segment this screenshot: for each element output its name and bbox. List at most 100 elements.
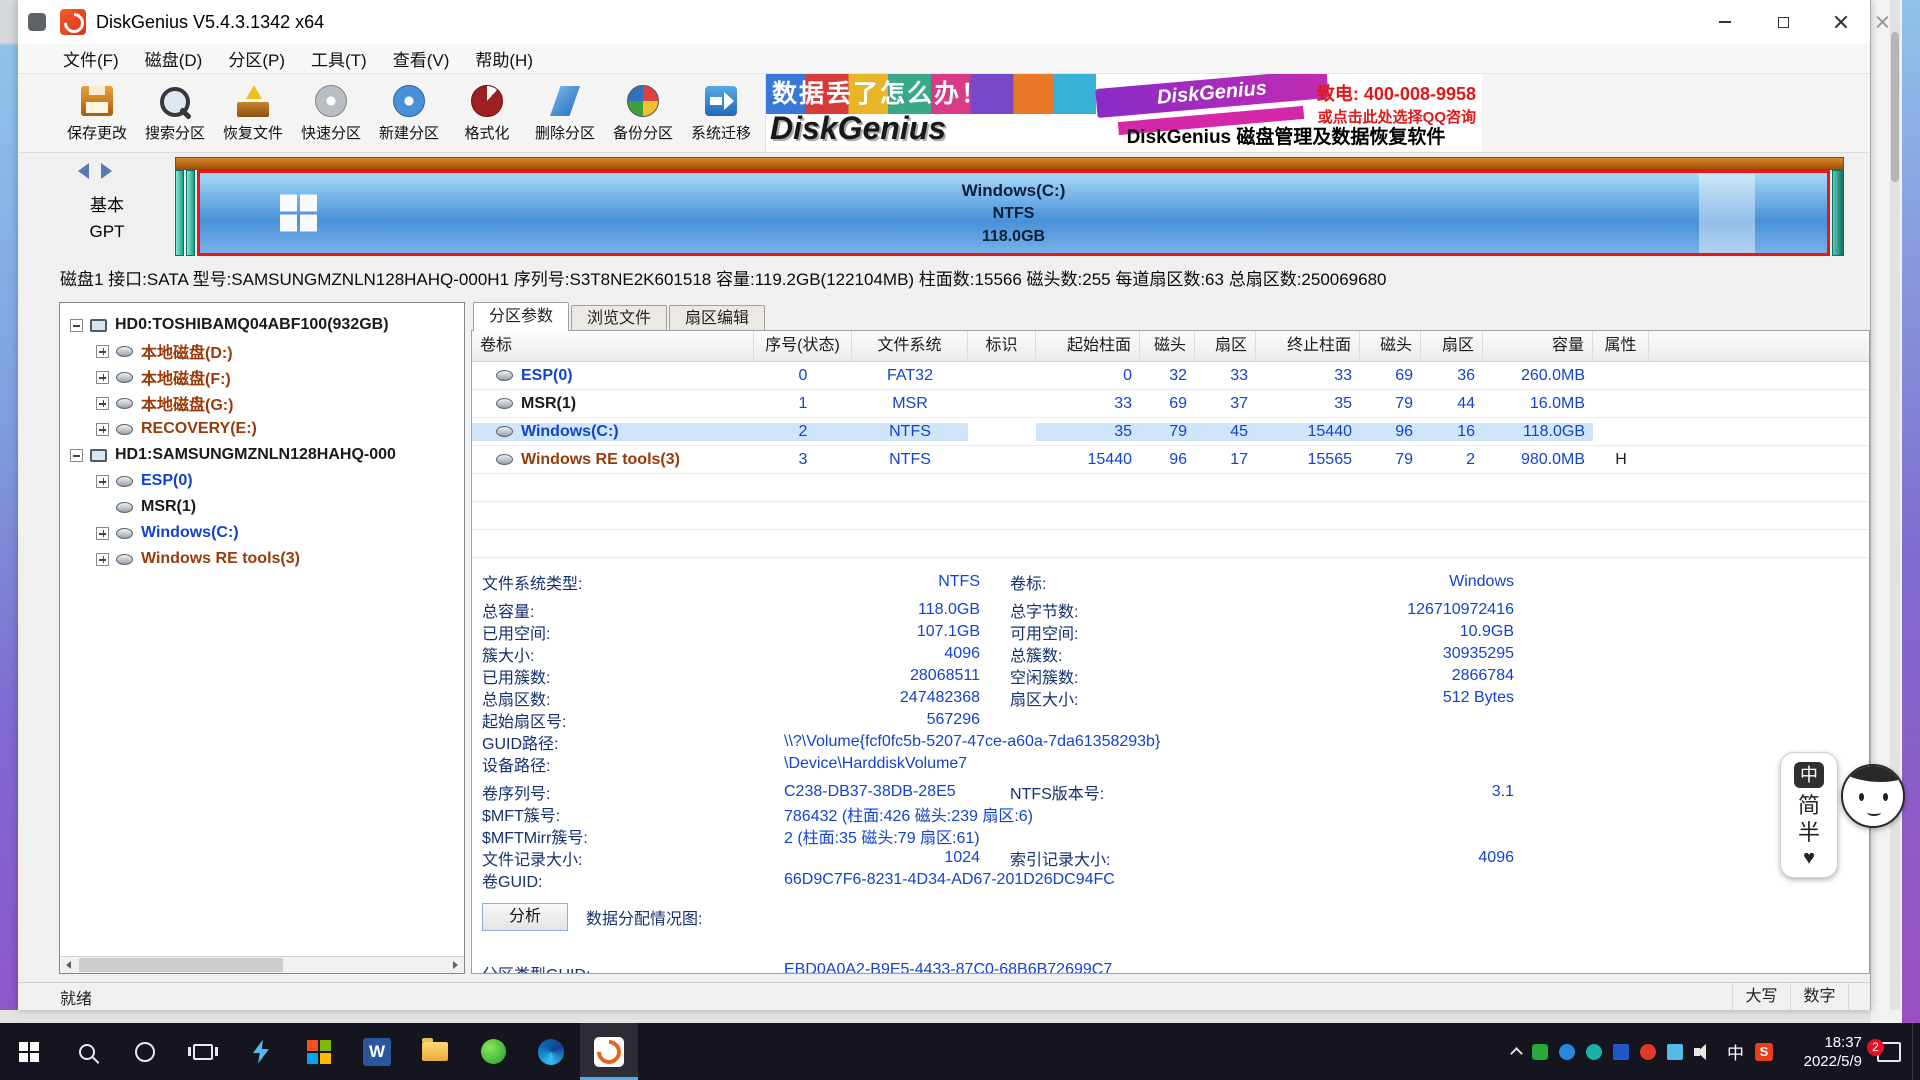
search-partition-button[interactable]: 搜索分区 — [136, 74, 214, 152]
menu-tools[interactable]: 工具(T) — [298, 44, 380, 73]
delete-partition-button[interactable]: 删除分区 — [526, 74, 604, 152]
ad-banner[interactable]: 数据丢了怎么办！ DiskGenius DiskGenius 致电: 400-0… — [765, 74, 1482, 152]
taskbar-app-store[interactable] — [290, 1023, 348, 1080]
recover-files-button[interactable]: 恢复文件 — [214, 74, 292, 152]
new-partition-button[interactable]: 新建分区 — [370, 74, 448, 152]
taskbar-clock[interactable]: 18:37 2022/5/9 — [1784, 1033, 1862, 1071]
volume-icon[interactable] — [1694, 1044, 1716, 1060]
notification-center-icon[interactable]: 2 — [1877, 1042, 1901, 1062]
tree-item-recovery-e[interactable]: RECOVERY(E:) — [60, 416, 464, 442]
scrollbar-track[interactable] — [77, 957, 447, 973]
tray-icon-4[interactable] — [1613, 1044, 1629, 1060]
taskbar-app-explorer[interactable] — [406, 1023, 464, 1080]
col-head2[interactable]: 磁头 — [1360, 331, 1421, 361]
menu-view[interactable]: 查看(V) — [380, 44, 463, 73]
system-migrate-button[interactable]: 系统迁移 — [682, 74, 760, 152]
tree-item-hd1[interactable]: HD1:SAMSUNGMZNLN128HAHQ-000 — [60, 442, 464, 468]
tray-icon-6[interactable] — [1667, 1044, 1683, 1060]
tree-item-local-f[interactable]: 本地磁盘(F:) — [60, 364, 464, 390]
backup-partition-button[interactable]: 备份分区 — [604, 74, 682, 152]
format-button[interactable]: 格式化 — [448, 74, 526, 152]
task-view-button[interactable] — [174, 1023, 232, 1080]
close-button[interactable] — [1812, 0, 1870, 44]
menu-disk[interactable]: 磁盘(D) — [132, 44, 216, 73]
start-button[interactable] — [0, 1023, 58, 1080]
show-desktop-button[interactable] — [1912, 1023, 1918, 1080]
collapse-icon[interactable] — [70, 449, 83, 462]
scroll-left-icon[interactable] — [60, 957, 77, 973]
disk-header-strip[interactable] — [175, 157, 1844, 170]
save-changes-button[interactable]: 保存更改 — [58, 74, 136, 152]
expand-icon[interactable] — [96, 371, 109, 384]
ime-mode-simplified[interactable]: 简 — [1781, 792, 1837, 819]
table-row-esp[interactable]: ESP(0) 0 FAT32 0 32 33 33 69 36 260.0MB — [472, 362, 1869, 390]
tab-partition-params[interactable]: 分区参数 — [473, 302, 569, 331]
col-head1[interactable]: 磁头 — [1140, 331, 1195, 361]
expand-icon[interactable] — [96, 345, 109, 358]
menu-partition[interactable]: 分区(P) — [215, 44, 298, 73]
tab-sector-edit[interactable]: 扇区编辑 — [669, 305, 765, 331]
ime-mascot-face[interactable] — [1841, 764, 1905, 828]
tree-item-windows-c[interactable]: Windows(C:) — [60, 520, 464, 546]
analyze-button[interactable]: 分析 — [482, 903, 568, 931]
ime-mode-chinese[interactable]: 中 — [1794, 762, 1824, 788]
sogou-icon[interactable] — [1755, 1043, 1773, 1061]
col-end-cyl[interactable]: 终止柱面 — [1256, 331, 1360, 361]
ime-floating-widget[interactable]: 中 简 半 ♥ — [1780, 752, 1905, 878]
cortana-button[interactable] — [116, 1023, 174, 1080]
col-start-cyl[interactable]: 起始柱面 — [1036, 331, 1140, 361]
tray-icon-1[interactable] — [1532, 1044, 1548, 1060]
tree-item-msr[interactable]: MSR(1) — [60, 494, 464, 520]
heart-icon[interactable]: ♥ — [1781, 846, 1837, 870]
table-row-windows-re[interactable]: Windows RE tools(3) 3 NTFS 15440 96 17 1… — [472, 446, 1869, 474]
taskbar-app-word[interactable] — [348, 1023, 406, 1080]
partition-re-sliver[interactable] — [1832, 170, 1844, 256]
tree-item-windows-re[interactable]: Windows RE tools(3) — [60, 546, 464, 572]
next-disk-icon[interactable] — [101, 163, 112, 179]
tray-icon-3[interactable] — [1586, 1044, 1602, 1060]
col-sector1[interactable]: 扇区 — [1195, 331, 1256, 361]
tab-browse-files[interactable]: 浏览文件 — [571, 305, 667, 331]
col-attr[interactable]: 属性 — [1593, 331, 1649, 361]
menu-file[interactable]: 文件(F) — [50, 44, 132, 73]
taskbar-app-green[interactable] — [464, 1023, 522, 1080]
taskbar-search-button[interactable] — [58, 1023, 116, 1080]
col-capacity[interactable]: 容量 — [1483, 331, 1593, 361]
tree-item-local-g[interactable]: 本地磁盘(G:) — [60, 390, 464, 416]
ime-status-pill[interactable]: 中 简 半 ♥ — [1780, 752, 1838, 878]
col-sector2[interactable]: 扇区 — [1421, 331, 1483, 361]
prev-disk-icon[interactable] — [78, 163, 89, 179]
tree-horizontal-scrollbar[interactable] — [60, 956, 464, 973]
collapse-icon[interactable] — [70, 319, 83, 332]
partition-windows-c[interactable]: Windows(C:) NTFS 118.0GB — [197, 170, 1830, 256]
col-volume[interactable]: 卷标 — [472, 331, 754, 361]
tree-item-hd0[interactable]: HD0:TOSHIBAMQ04ABF100(932GB) — [60, 312, 464, 338]
taskbar-app-flash[interactable] — [232, 1023, 290, 1080]
table-row-msr[interactable]: MSR(1) 1 MSR 33 69 37 35 79 44 16.0MB — [472, 390, 1869, 418]
tray-icon-5[interactable] — [1640, 1044, 1656, 1060]
partition-esp-sliver[interactable] — [175, 170, 184, 256]
maximize-button[interactable] — [1754, 0, 1812, 44]
expand-icon[interactable] — [96, 397, 109, 410]
tree-item-local-d[interactable]: 本地磁盘(D:) — [60, 338, 464, 364]
expand-icon[interactable] — [96, 553, 109, 566]
taskbar-app-edge[interactable] — [522, 1023, 580, 1080]
quick-partition-button[interactable]: 快速分区 — [292, 74, 370, 152]
scrollbar-thumb[interactable] — [79, 958, 283, 972]
background-scrollbar-thumb[interactable] — [1891, 32, 1899, 182]
col-filesystem[interactable]: 文件系统 — [852, 331, 968, 361]
scroll-right-icon[interactable] — [447, 957, 464, 973]
partition-msr-sliver[interactable] — [186, 170, 195, 256]
tray-icon-2[interactable] — [1559, 1044, 1575, 1060]
expand-icon[interactable] — [96, 475, 109, 488]
tray-expand-icon[interactable] — [1510, 1047, 1523, 1060]
expand-icon[interactable] — [96, 423, 109, 436]
col-index[interactable]: 序号(状态) — [754, 331, 852, 361]
minimize-button[interactable] — [1696, 0, 1754, 44]
table-row-windows-c[interactable]: Windows(C:) 2 NTFS 35 79 45 15440 96 16 … — [472, 418, 1869, 446]
tree-item-esp[interactable]: ESP(0) — [60, 468, 464, 494]
col-flag[interactable]: 标识 — [968, 331, 1036, 361]
ime-indicator[interactable]: 中 — [1727, 1039, 1744, 1064]
taskbar-app-diskgenius[interactable] — [580, 1023, 638, 1080]
menu-help[interactable]: 帮助(H) — [462, 44, 546, 73]
